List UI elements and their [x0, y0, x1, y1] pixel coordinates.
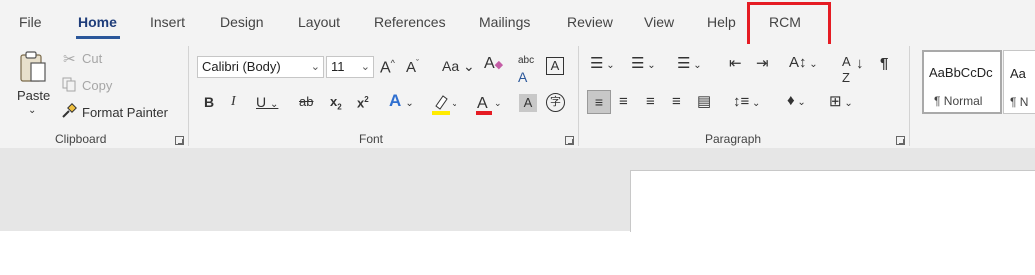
chevron-down-icon: ⌄ [360, 61, 370, 73]
borders-icon[interactable]: ⊞ ⌄ [829, 94, 853, 112]
tab-mailings[interactable]: Mailings [479, 14, 530, 30]
chevron-down-icon: ⌄ [310, 61, 320, 73]
style-normal[interactable]: AaBbCcDc ¶ Normal [922, 50, 1002, 114]
grow-font-icon[interactable]: A^ [380, 55, 395, 76]
word-window: File Home Insert Design Layout Reference… [0, 0, 1035, 275]
style-normal-preview: AaBbCcDc [929, 65, 993, 80]
format-painter-icon[interactable] [61, 103, 77, 119]
bold-icon[interactable]: B [204, 94, 214, 110]
line-spacing-icon[interactable]: ↕≡ ⌄ [733, 94, 760, 112]
style-no-spacing[interactable]: Aa ¶ N [1003, 50, 1035, 114]
paragraph-group-label: Paragraph [705, 132, 762, 146]
numbering-icon[interactable]: ☰ ⌄ [631, 56, 656, 74]
align-left-icon[interactable]: ≡ [587, 90, 611, 114]
paste-icon[interactable] [18, 50, 48, 84]
font-color-icon[interactable]: A ⌄ [474, 92, 502, 116]
increase-indent-icon[interactable]: ⇥ [756, 56, 769, 72]
style-no-spacing-preview: Aa [1010, 66, 1026, 81]
font-group-label: Font [359, 132, 384, 146]
superscript-icon[interactable]: x2 [357, 92, 369, 111]
tab-review[interactable]: Review [567, 14, 613, 30]
tab-help[interactable]: Help [707, 14, 736, 30]
ribbon-tab-bar: File Home Insert Design Layout Reference… [0, 0, 1035, 44]
copy-icon[interactable] [62, 77, 76, 92]
text-direction-icon[interactable]: A↕ ⌄ [789, 55, 818, 73]
shrink-font-icon[interactable]: Aˇ [406, 55, 419, 76]
style-no-spacing-label: ¶ N [1010, 95, 1029, 109]
change-case-label: Aa [442, 58, 460, 74]
cut-label[interactable]: Cut [82, 51, 102, 66]
multilevel-list-icon[interactable]: ☰ ⌄ [677, 56, 702, 74]
font-family-dropdown[interactable]: Calibri (Body) ⌄ [197, 56, 324, 78]
distributed-icon[interactable]: ▤ [697, 94, 711, 110]
clipboard-dialog-launcher-icon[interactable] [175, 136, 184, 145]
phonetic-guide-icon[interactable]: abc A [518, 53, 534, 88]
sort-arrow-icon: ↓ [856, 55, 864, 72]
center-icon[interactable]: ≡ [619, 94, 628, 110]
tab-home[interactable]: Home [78, 14, 117, 30]
group-separator [909, 46, 910, 146]
font-family-value: Calibri (Body) [202, 59, 281, 74]
style-normal-label: ¶ Normal [934, 94, 983, 108]
character-border-icon[interactable]: A [546, 57, 564, 75]
format-painter-label[interactable]: Format Painter [82, 105, 168, 120]
underline-icon[interactable]: U ⌄ [256, 94, 278, 113]
tab-references[interactable]: References [374, 14, 446, 30]
align-right-icon[interactable]: ≡ [646, 94, 655, 110]
justify-icon[interactable]: ≡ [672, 94, 681, 110]
strikethrough-icon[interactable]: ab [299, 94, 313, 110]
group-separator [188, 46, 189, 146]
document-page[interactable] [630, 170, 1035, 232]
clipboard-group-label: Clipboard [55, 132, 107, 146]
italic-icon[interactable]: I [231, 94, 236, 110]
tab-file[interactable]: File [19, 14, 42, 30]
clear-formatting-icon[interactable]: A◆ [484, 56, 503, 73]
tab-design[interactable]: Design [220, 14, 264, 30]
paste-options-chevron-icon[interactable]: ⌄ [28, 105, 36, 116]
svg-text:⌄: ⌄ [494, 99, 500, 109]
character-shading-icon[interactable]: A [519, 94, 537, 112]
font-dialog-launcher-icon[interactable] [565, 136, 574, 145]
svg-text:A: A [477, 95, 488, 112]
svg-text:⌄: ⌄ [451, 99, 456, 109]
bullets-icon[interactable]: ☰ ⌄ [590, 56, 615, 74]
tab-layout[interactable]: Layout [298, 14, 340, 30]
text-effects-icon[interactable]: A ⌄ [389, 92, 414, 112]
tab-view[interactable]: View [644, 14, 674, 30]
subscript-icon[interactable]: x2 [330, 94, 342, 116]
group-separator [578, 46, 579, 146]
sort-icon[interactable]: AZ [842, 54, 851, 86]
font-size-dropdown[interactable]: 11 ⌄ [326, 56, 374, 78]
tab-insert[interactable]: Insert [150, 14, 185, 30]
copy-label[interactable]: Copy [82, 78, 112, 93]
active-tab-indicator [76, 36, 120, 39]
decrease-indent-icon[interactable]: ⇤ [729, 56, 742, 72]
shading-icon[interactable]: ♦ ⌄ [787, 93, 806, 111]
enclose-characters-icon[interactable]: 字 [546, 93, 565, 112]
rcm-tab-highlight-box [747, 2, 831, 50]
highlight-color-icon[interactable]: ⌄ [430, 92, 459, 116]
show-formatting-marks-icon[interactable]: ¶ [880, 56, 888, 72]
ribbon-home: Paste ⌄ ✂ Cut Copy Format Painter Clipbo… [0, 44, 1035, 148]
paragraph-dialog-launcher-icon[interactable] [896, 136, 905, 145]
paste-label[interactable]: Paste [17, 88, 50, 103]
change-case-icon[interactable]: Aa ⌄ [442, 58, 475, 74]
font-size-value: 11 [331, 59, 345, 74]
cut-icon[interactable]: ✂ [63, 50, 76, 68]
